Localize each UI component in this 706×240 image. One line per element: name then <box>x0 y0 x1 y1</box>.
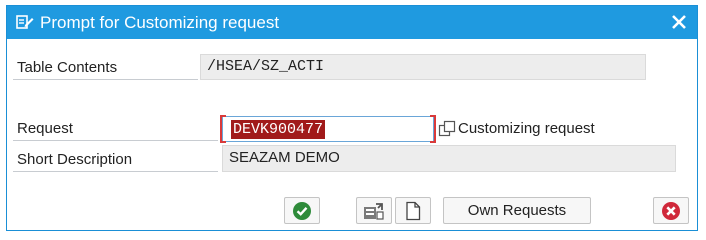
value-help-icon[interactable] <box>438 120 456 138</box>
request-value[interactable]: DEVK900477 <box>231 120 326 139</box>
table-contents-underline <box>13 79 198 80</box>
create-request-button[interactable] <box>356 197 392 224</box>
request-type-description: Customizing request <box>458 120 595 137</box>
short-description-underline <box>13 171 218 172</box>
focus-bracket-left <box>220 115 226 143</box>
short-description-label: Short Description <box>17 151 133 168</box>
dialog-title: Prompt for Customizing request <box>40 13 280 32</box>
short-description-field: SEAZAM DEMO <box>222 145 676 172</box>
own-requests-button[interactable]: Own Requests <box>443 197 591 224</box>
edit-icon <box>16 14 34 30</box>
own-requests-label[interactable]: Own Requests <box>444 198 590 223</box>
title-bar: Prompt for Customizing request <box>7 6 697 39</box>
confirm-button[interactable] <box>284 197 320 224</box>
focus-bracket-right <box>430 115 436 143</box>
cancel-button[interactable] <box>653 197 689 224</box>
close-icon[interactable] <box>667 10 691 34</box>
new-document-icon <box>406 201 421 221</box>
close-button[interactable] <box>667 10 691 34</box>
request-input[interactable]: DEVK900477 <box>220 115 436 143</box>
request-label: Request <box>17 120 73 137</box>
request-underline <box>13 140 218 141</box>
table-contents-field: /HSEA/SZ_ACTI <box>200 54 646 80</box>
check-icon <box>293 202 311 220</box>
customizing-request-dialog: Prompt for Customizing request Table Con… <box>6 5 698 231</box>
create-request-icon <box>364 203 384 220</box>
new-request-button[interactable] <box>395 197 431 224</box>
cancel-icon <box>662 202 680 220</box>
table-contents-label: Table Contents <box>17 59 118 76</box>
